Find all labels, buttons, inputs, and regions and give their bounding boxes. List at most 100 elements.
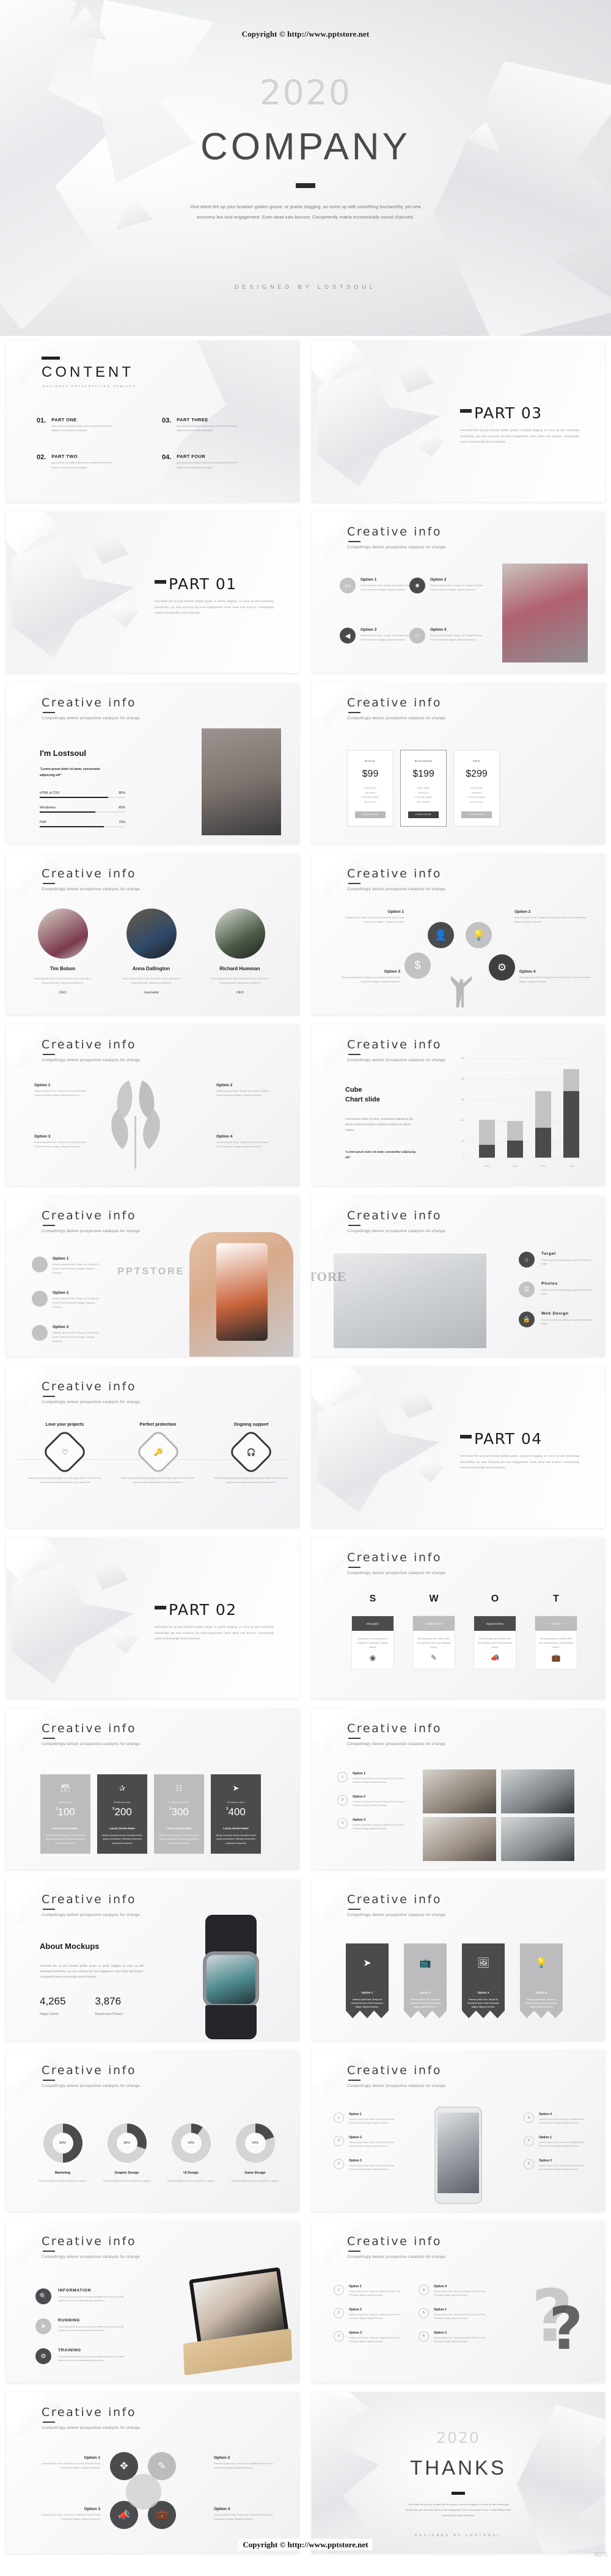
- list-item[interactable]: 03. PART THREE quis nostrud exercitation…: [162, 417, 281, 433]
- thumb-cell[interactable]: Creative info Compellingly deliver prosp…: [306, 849, 611, 1020]
- slide-options-photo[interactable]: Creative info Compellingly deliver prosp…: [312, 512, 605, 673]
- thumb-cell[interactable]: Creative info Compellingly deliver prosp…: [306, 1874, 611, 2045]
- slide-phone-mockup[interactable]: Creative info Compellingly deliver prosp…: [6, 1195, 299, 1357]
- thumb-cell[interactable]: PART 04 One-sheet fire up your browser g…: [306, 1362, 611, 1533]
- slide-part-03[interactable]: PART 03 One-sheet fire up your browser g…: [312, 341, 605, 502]
- slide-profile[interactable]: Creative info Compellingly deliver prosp…: [6, 683, 299, 844]
- team-member[interactable]: Anna Dallington Some galaxies have been …: [122, 909, 180, 995]
- thumb-cell[interactable]: Creative info Compellingly deliver prosp…: [306, 1703, 611, 1874]
- thumb-cell[interactable]: 2020 THANKS One-sheet fire up your brows…: [306, 2387, 611, 2558]
- slide-question-mark[interactable]: Creative info Compellingly deliver prosp…: [312, 2221, 605, 2382]
- slide-part-04[interactable]: PART 04 One-sheet fire up your browser g…: [312, 1366, 605, 1528]
- option-item[interactable]: Option 1 Vivamus Quam Dolor, Tempor Ac G…: [34, 1083, 90, 1098]
- donut-item[interactable]: 50% Marketing Aenean fringilla dui id to…: [34, 2124, 92, 2183]
- number-card[interactable]: ✰ Premium User $200 Luxury Service Name …: [97, 1774, 147, 1854]
- thumb-cell[interactable]: Creative info Compellingly deliver prosp…: [0, 2216, 306, 2387]
- thumb-cell[interactable]: Creative info Compellingly deliver prosp…: [306, 1191, 611, 1362]
- option-item[interactable]: Option 2 Vivamus Quam Dolor, Tempor Ac G…: [214, 2456, 281, 2470]
- list-item[interactable]: 1 Option 1 Vivamus Quam Dolor, Tempor Ac …: [334, 2285, 400, 2298]
- ribbon-card[interactable]: 🖼 Option 3 Vivamus Quam Dolor, Tempor Ac…: [462, 1943, 505, 2019]
- option-item[interactable]: Option 3 Vivamus Quam Dolor, Tempor Ac G…: [33, 2507, 100, 2522]
- thumb-cell[interactable]: Creative info Compellingly deliver prosp…: [0, 1362, 306, 1533]
- option-item[interactable]: ▭ Option 1 Vivamus Quam Dolor, Tempor Ac…: [340, 578, 417, 593]
- swot-card[interactable]: Threats But what plays the mischief with…: [535, 1616, 577, 1669]
- number-card[interactable]: ☷ Professional User $300 Luxury Service …: [154, 1774, 204, 1854]
- slide-donut-charts[interactable]: Creative info Compellingly deliver prosp…: [6, 2050, 299, 2211]
- list-item[interactable]: 6 Option 2 Vivamus Quam Dolor, Tempor Ac …: [419, 2331, 485, 2344]
- slide-thanks[interactable]: 2020 THANKS One-sheet fire up your brows…: [312, 2392, 605, 2553]
- option-item[interactable]: Option 1 Vivamus Quam Dolor, Tempor Ac G…: [340, 910, 404, 924]
- list-item[interactable]: 1 Option 1 Vivamus Quam Dolor, Tempor Ac …: [334, 2113, 398, 2125]
- thumb-cell[interactable]: Creative info Compellingly deliver prosp…: [0, 1020, 306, 1191]
- list-item[interactable]: 01. PART ONE quis nostrud exercitation u…: [37, 417, 156, 433]
- donut-item[interactable]: 10% UI Design Aenean fringilla dui id to…: [162, 2124, 221, 2183]
- slide-content[interactable]: CONTENT BUSINESS PRESENTATION TEMLATE 01…: [6, 341, 299, 502]
- slide-timeline[interactable]: Creative info Compellingly deliver prosp…: [6, 1366, 299, 1528]
- slide-about-mockups[interactable]: Creative info Compellingly deliver prosp…: [6, 1879, 299, 2041]
- list-item[interactable]: 02. PART TWO quis nostrud exercitation u…: [37, 454, 156, 470]
- timeline-item[interactable]: Love your projects ♡ Many desktop publis…: [28, 1423, 101, 1485]
- thumb-cell[interactable]: Creative info Compellingly deliver prosp…: [306, 507, 611, 678]
- slide-part-01[interactable]: PART 01 One-sheet fire up your browser g…: [6, 512, 299, 673]
- list-item[interactable]: ☰ Photos People who work in marketing tr…: [519, 1282, 594, 1297]
- list-item[interactable]: 3 Option 3 Vivamus Quam Dolor, Tempor Ac …: [337, 1818, 409, 1831]
- option-item[interactable]: Option 1 Vivamus Quam Dolor, Tempor Ac G…: [32, 1257, 104, 1275]
- donut-item[interactable]: 20% Game Design Aenean fringilla dui id …: [226, 2124, 285, 2183]
- slide-number-cards[interactable]: Creative info Compellingly deliver prosp…: [6, 1708, 299, 1870]
- pricing-card[interactable]: PRO $299 FREE DATA SUPPORT FEATURE NAME …: [453, 750, 500, 827]
- ribbon-card[interactable]: 💡 Option 4 Vivamus Quam Dolor, Tempor Ac…: [520, 1943, 563, 2019]
- thumb-cell[interactable]: Creative info Compellingly deliver prosp…: [306, 2045, 611, 2216]
- number-card[interactable]: 🗃 Basic User $100 Luxury Service Name Qu…: [40, 1774, 90, 1854]
- slide-numbered-photos[interactable]: Creative info Compellingly deliver prosp…: [312, 1708, 605, 1870]
- option-item[interactable]: Option 4 Vivamus Quam Dolor, Tempor Ac G…: [216, 1134, 273, 1149]
- slide-laptop[interactable]: Creative info Compellingly deliver prosp…: [6, 2221, 299, 2382]
- option-item[interactable]: ◀ Option 3 Vivamus Quam Dolor, Tempor Ac…: [340, 628, 417, 644]
- thumb-cell[interactable]: Creative info Compellingly deliver prosp…: [0, 1874, 306, 2045]
- swot-card[interactable]: Strengths A company is an association or…: [351, 1616, 394, 1669]
- timeline-item[interactable]: Ongoing support 🎧 Many desktop publishin…: [214, 1423, 288, 1485]
- option-item[interactable]: ✷ Option 2 Vivamus Quam Dolor, Tempor Ac…: [409, 578, 486, 593]
- list-item[interactable]: 4 Option 4 Vivamus Quam Dolor, Tempor Ac …: [419, 2285, 485, 2298]
- slide-team[interactable]: Creative info Compellingly deliver prosp…: [6, 854, 299, 1015]
- slide-pricing[interactable]: Creative info Compellingly deliver prosp…: [312, 683, 605, 844]
- list-item[interactable]: 1 Option 1 Vivamus Quam Dolor, Tempor Ac …: [337, 1772, 409, 1785]
- ribbon-card[interactable]: 📺 Option 2 Vivamus Quam Dolor, Tempor Ac…: [404, 1943, 447, 2019]
- list-item[interactable]: ➤ RUNNING Lorem ipsum dolor sit amet, id…: [35, 2318, 131, 2334]
- timeline-item[interactable]: Perfect protection 🔑 Many desktop publis…: [122, 1423, 195, 1485]
- team-member[interactable]: Tim Bobon Some galaxies have been observ…: [34, 909, 92, 995]
- slide-part-02[interactable]: PART 02 One-sheet fire up your browser g…: [6, 1537, 299, 1699]
- thumb-cell[interactable]: Creative info Compellingly deliver prosp…: [306, 678, 611, 849]
- team-member[interactable]: Richard Humman Some galaxies have been o…: [211, 909, 269, 995]
- thumb-cell[interactable]: PART 02 One-sheet fire up your browser g…: [0, 1533, 306, 1703]
- list-item[interactable]: 3 Option 3 Vivamus Quam Dolor, Tempor Ac …: [334, 2331, 400, 2344]
- slide-circle-icons[interactable]: Creative info Compellingly deliver prosp…: [6, 2392, 299, 2553]
- option-item[interactable]: Option 4 Vivamus Quam Dolor, Tempor Ac G…: [519, 970, 591, 984]
- list-item[interactable]: 2 Option 2 Vivamus Quam Dolor, Tempor Ac …: [334, 2135, 398, 2149]
- learn-more-button[interactable]: LEARN MORE: [461, 811, 492, 819]
- list-item[interactable]: 3 Option 3 Vivamus Quam Dolor, Tempor Ac …: [334, 2158, 398, 2172]
- list-item[interactable]: ⌂ Target People who work in marketing tr…: [519, 1252, 594, 1268]
- learn-more-button[interactable]: LEARN MORE: [355, 811, 386, 819]
- swot-card[interactable]: Opportunities But what plays the mischie…: [474, 1616, 516, 1669]
- thumb-cell[interactable]: Creative info Compellingly deliver prosp…: [0, 849, 306, 1020]
- option-item[interactable]: Option 2 Vivamus Quam Dolor, Tempor Ac G…: [216, 1083, 273, 1098]
- list-item[interactable]: 2 Option 2 Vivamus Quam Dolor, Tempor Ac …: [337, 1794, 409, 1808]
- list-item[interactable]: 2 Option 2 Vivamus Quam Dolor, Tempor Ac …: [334, 2307, 400, 2321]
- thumb-cell[interactable]: CONTENT BUSINESS PRESENTATION TEMLATE 01…: [0, 336, 306, 507]
- list-item[interactable]: 4 Option 4 Vivamus Quam Dolor, Tempor Ac …: [524, 2113, 588, 2125]
- pricing-card-featured[interactable]: BUSINESS $199 FREE DATA SUPPORT FEATURE …: [400, 750, 447, 827]
- number-card[interactable]: ➤ Exclusive User $400 Luxury Service Nam…: [211, 1774, 261, 1854]
- list-item[interactable]: 5 Option 1 Vivamus Quam Dolor, Tempor Ac …: [419, 2307, 485, 2321]
- thumb-cell[interactable]: Creative info Compellingly deliver prosp…: [306, 1020, 611, 1191]
- slide-phone-numbered[interactable]: Creative info Compellingly deliver prosp…: [312, 2050, 605, 2211]
- thumb-cell[interactable]: Creative info Compellingly deliver prosp…: [0, 2045, 306, 2216]
- thumb-cell[interactable]: PART 03 One-sheet fire up your browser g…: [306, 336, 611, 507]
- slide-bar-chart[interactable]: Creative info Compellingly deliver prosp…: [312, 1025, 605, 1186]
- slide-target-list[interactable]: Creative info Compellingly deliver prosp…: [312, 1195, 605, 1357]
- thumb-cell[interactable]: Creative info Compellingly deliver prosp…: [306, 2216, 611, 2387]
- slide-options-tree[interactable]: Creative info Compellingly deliver prosp…: [312, 854, 605, 1015]
- option-item[interactable]: Option 3 Vivamus Quam Dolor, Tempor Ac G…: [32, 1325, 104, 1344]
- list-item[interactable]: 5 Option 1 Vivamus Quam Dolor, Tempor Ac …: [524, 2135, 588, 2149]
- list-item[interactable]: ⚙ TRAINING Lorem ipsum dolor sit amet, i…: [35, 2348, 131, 2364]
- option-item[interactable]: Option 4 Vivamus Quam Dolor, Tempor Ac G…: [214, 2507, 281, 2522]
